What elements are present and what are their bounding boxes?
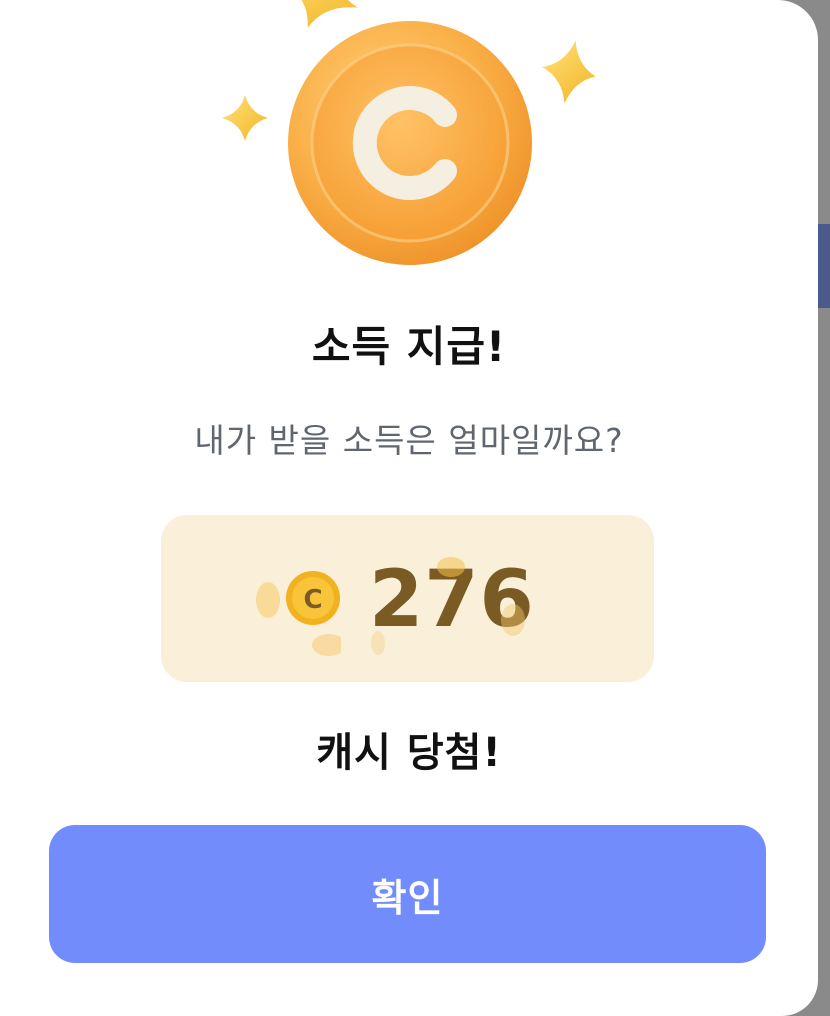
result-text: 캐시 당첨! bbox=[316, 730, 502, 776]
sparkle-star-icon bbox=[222, 95, 268, 141]
coin-letter: C bbox=[303, 585, 322, 615]
dialog-title: 소득 지급! bbox=[311, 322, 507, 371]
reward-amount: 276 bbox=[369, 555, 535, 645]
coin-illustration bbox=[222, 0, 596, 265]
coin-c-icon bbox=[288, 21, 532, 265]
reward-amount-box: C 276 bbox=[161, 515, 654, 682]
background-page-edge bbox=[818, 224, 830, 308]
confirm-button[interactable]: 확인 bbox=[49, 825, 766, 963]
dialog-subtitle: 내가 받을 소득은 얼마일까요? bbox=[194, 421, 624, 460]
sparkle-star-icon bbox=[542, 40, 596, 104]
income-reward-dialog: 소득 지급! 내가 받을 소득은 얼마일까요? C 276 캐시 당첨! 확인 bbox=[0, 0, 818, 1016]
small-coin-icon: C bbox=[256, 571, 341, 656]
